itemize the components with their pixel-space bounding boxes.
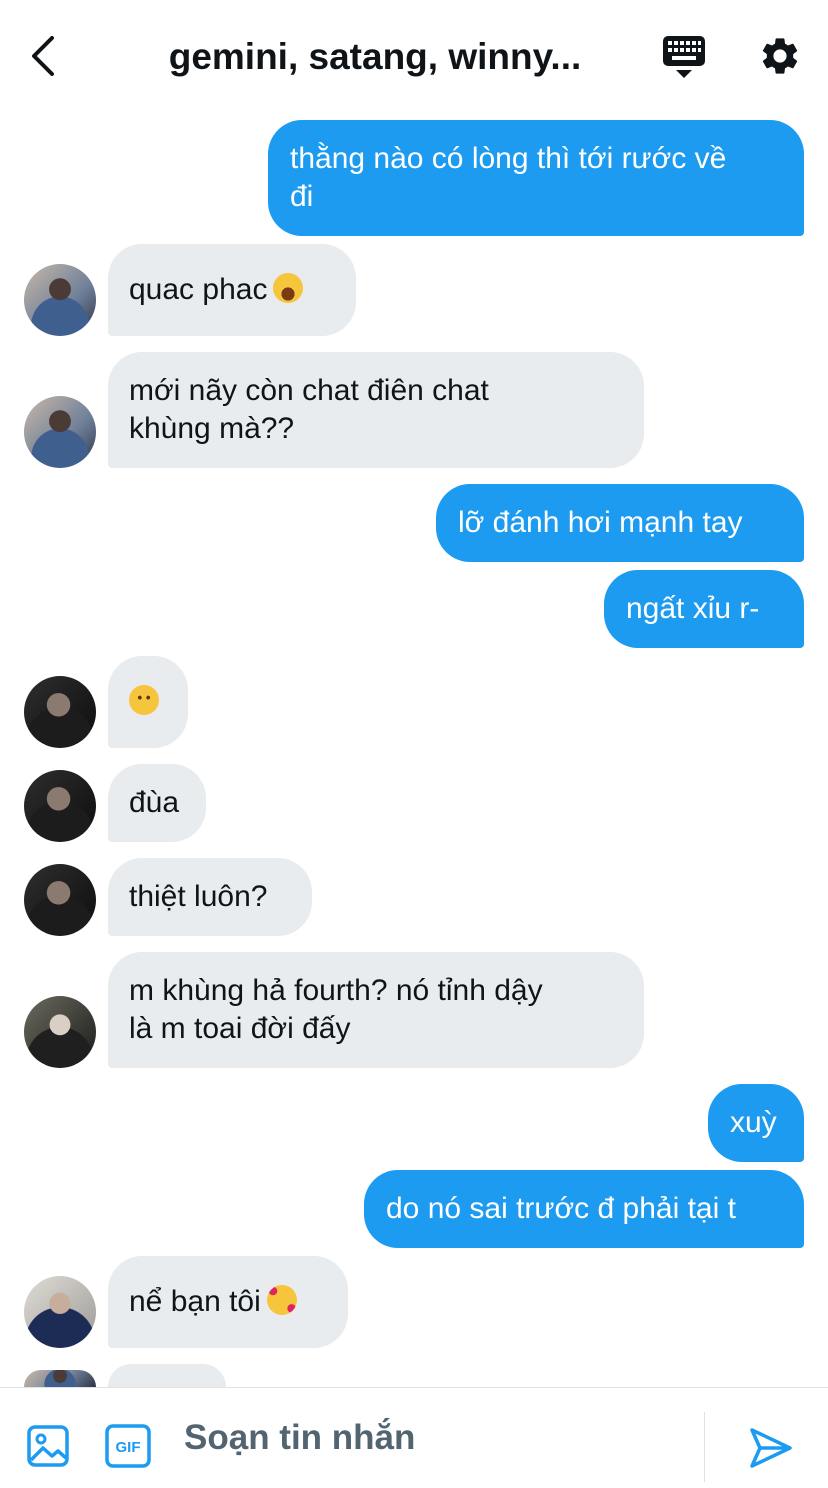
send-button[interactable] — [748, 1426, 794, 1470]
avatar[interactable] — [24, 264, 96, 336]
keyboard-icon — [663, 36, 705, 78]
message-input[interactable] — [184, 1410, 684, 1466]
message-text: lỡ đánh hơi mạnh tay — [458, 506, 743, 539]
message-bubble-incoming[interactable]: đùa — [108, 764, 206, 842]
avatar[interactable] — [24, 864, 96, 936]
smiling-face-with-hearts-emoji — [266, 1285, 297, 1315]
message-text: khùng mà?? — [129, 412, 295, 445]
gif-button[interactable]: GIF — [105, 1424, 151, 1468]
avatar[interactable] — [24, 396, 96, 468]
message-bubble-incoming[interactable]: quac phac — [108, 244, 356, 336]
add-image-button[interactable] — [26, 1424, 70, 1468]
slightly-smiling-face-emoji — [129, 685, 159, 715]
message-text: quac phac — [129, 273, 268, 306]
message-bubble-incoming[interactable]: thiệt luôn? — [108, 858, 312, 936]
message-text: đùa — [129, 786, 180, 819]
chevron-left-icon — [32, 36, 54, 76]
avatar[interactable] — [24, 770, 96, 842]
message-text: thằng nào có lòng thì tới rước về — [290, 142, 727, 175]
message-text: do nó sai trước đ phải tại t — [386, 1192, 736, 1225]
message-text: xuỳ — [730, 1106, 777, 1139]
message-composer: GIF — [0, 1387, 828, 1488]
avatar[interactable] — [24, 1370, 96, 1387]
message-bubble-outgoing[interactable]: lỡ đánh hơi mạnh tay — [436, 484, 804, 562]
gif-label: GIF — [116, 1439, 141, 1456]
send-icon — [750, 1428, 792, 1468]
gif-icon: GIF — [105, 1424, 151, 1468]
back-button[interactable] — [24, 32, 68, 80]
avatar[interactable] — [24, 996, 96, 1068]
keyboard-button[interactable] — [660, 34, 708, 80]
message-bubble-outgoing[interactable]: thằng nào có lòng thì tới rước về đi — [268, 120, 804, 236]
message-text: thiệt luôn? — [129, 880, 268, 913]
message-bubble-outgoing[interactable]: do nó sai trước đ phải tại t — [364, 1170, 804, 1248]
message-bubble-outgoing[interactable]: ngất xỉu r- — [604, 570, 804, 648]
message-text: đi — [290, 180, 314, 213]
message-text: nể bạn tôi — [129, 1285, 261, 1318]
conversation-title[interactable]: gemini, satang, winny... — [140, 32, 610, 82]
message-bubble-incoming[interactable]: nể bạn tôi — [108, 1256, 348, 1348]
avatar[interactable] — [24, 1276, 96, 1348]
message-text: ngất xỉu r- — [626, 592, 760, 625]
image-icon — [27, 1425, 69, 1467]
conversation-header: gemini, satang, winny... — [0, 0, 828, 112]
settings-button[interactable] — [758, 34, 802, 78]
avatar[interactable] — [24, 676, 96, 748]
message-bubble-incoming[interactable] — [108, 1364, 226, 1387]
message-bubble-incoming[interactable]: mới nãy còn chat điên chat khùng mà?? — [108, 352, 644, 468]
message-text: là m toai đời đấy — [129, 1012, 351, 1045]
message-bubble-incoming[interactable] — [108, 656, 188, 748]
gear-icon — [762, 38, 798, 74]
message-text: mới nãy còn chat điên chat — [129, 374, 489, 407]
message-bubble-outgoing[interactable]: xuỳ — [708, 1084, 804, 1162]
message-text: m khùng hả fourth? nó tỉnh dậy — [129, 974, 543, 1007]
grinning-face-emoji — [273, 273, 304, 303]
composer-divider — [704, 1412, 705, 1482]
message-bubble-incoming[interactable]: m khùng hả fourth? nó tỉnh dậy là m toai… — [108, 952, 644, 1068]
